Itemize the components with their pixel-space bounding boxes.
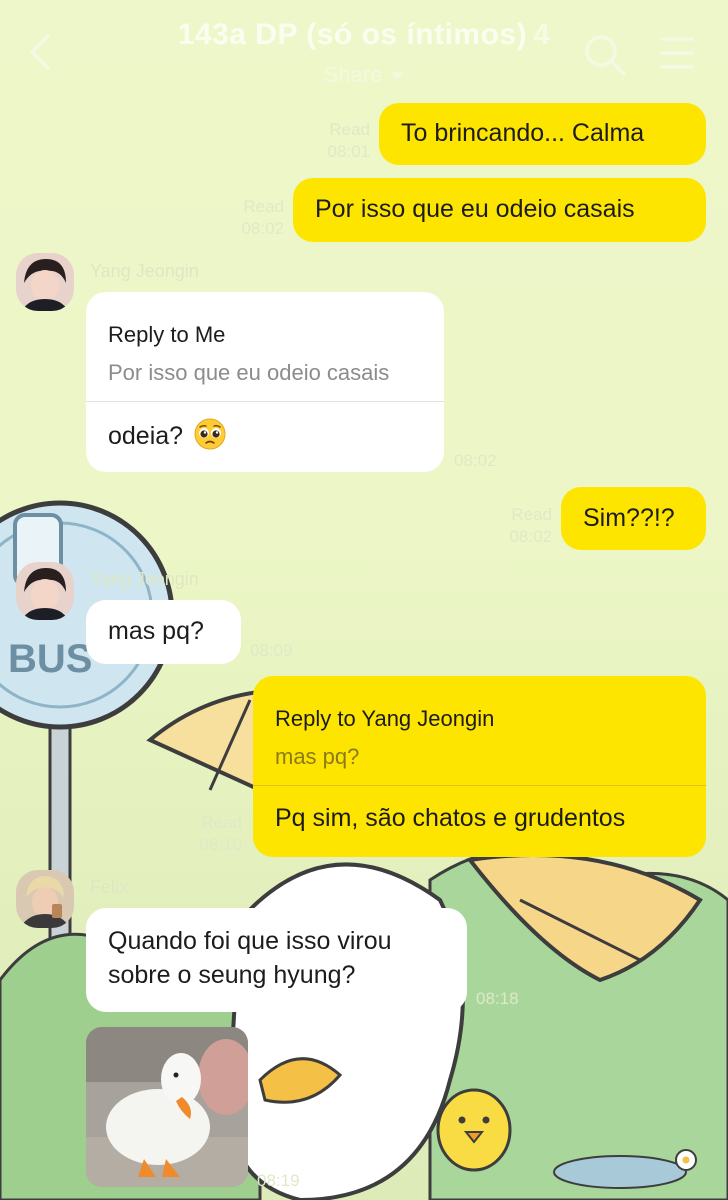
message-time: 08:09 — [250, 641, 293, 660]
profile-photo — [16, 870, 74, 928]
profile-photo — [16, 562, 74, 620]
outgoing-message[interactable]: Por isso que eu odeio casais — [293, 178, 706, 242]
share-label: Share — [323, 62, 383, 87]
read-receipt: Read — [243, 197, 284, 216]
duck-photo — [86, 1027, 248, 1187]
reply-to-label: Reply to Me — [108, 322, 226, 347]
outgoing-message[interactable]: Sim??!? — [561, 487, 706, 550]
message-text: odeia? — [108, 422, 184, 451]
member-count: 4 — [533, 18, 551, 51]
avatar[interactable] — [16, 870, 74, 928]
chat-header: 143a DP (só os íntimos) 4 Share — [0, 0, 728, 100]
message-time: 08:18 — [476, 989, 519, 1008]
message-body: odeia? — [86, 402, 444, 454]
message-status: Read 08:10 — [170, 812, 242, 856]
sender-name: Felix — [90, 877, 129, 897]
read-receipt: Read — [329, 120, 370, 139]
caret-down-icon — [390, 72, 405, 81]
search-button[interactable] — [582, 32, 628, 78]
quoted-text: Por isso que eu odeio casais — [108, 359, 390, 385]
photo-message[interactable] — [86, 1027, 248, 1187]
avatar[interactable] — [16, 253, 74, 311]
reply-preview[interactable]: Reply to Yang Jeongin mas pq? — [253, 676, 706, 771]
message-body: Pq sim, são chatos e grudentos — [253, 786, 706, 836]
incoming-reply-message[interactable]: Reply to Me Por isso que eu odeio casais… — [86, 292, 444, 472]
message-text: Sim??!? — [583, 503, 675, 532]
reply-preview[interactable]: Reply to Me Por isso que eu odeio casais — [86, 292, 444, 387]
message-text-line: Quando foi que isso virou — [108, 927, 392, 955]
svg-text:BUS: BUS — [8, 637, 92, 681]
message-text: To brincando... Calma — [401, 119, 645, 148]
incoming-message[interactable]: mas pq? — [86, 600, 241, 664]
sender-name: Yang Jeongin — [90, 261, 199, 281]
message-time: 08:01 — [327, 142, 370, 162]
message-text: mas pq? — [108, 617, 204, 646]
chat-room-name: 143a DP (só os íntimos) — [177, 18, 528, 51]
message-status: Read 08:02 — [480, 504, 552, 548]
quoted-text: mas pq? — [275, 743, 360, 769]
search-icon — [585, 35, 626, 76]
outgoing-message[interactable]: To brincando... Calma — [379, 103, 706, 165]
menu-button[interactable] — [660, 34, 694, 72]
avatar[interactable] — [16, 562, 74, 620]
read-receipt: Read — [511, 505, 552, 524]
message-text-line: sobre o seung hyung? — [108, 960, 356, 989]
incoming-message[interactable]: Quando foi que isso virou sobre o seung … — [86, 908, 467, 1012]
message-text: Pq sim, são chatos e grudentos — [275, 804, 626, 833]
read-receipt: Read — [201, 813, 242, 832]
message-time: 08:10 — [199, 835, 242, 855]
pleading-face-emoji-icon — [194, 418, 226, 450]
outgoing-reply-message[interactable]: Reply to Yang Jeongin mas pq? Pq sim, sã… — [253, 676, 706, 857]
chat-screen: BUS 143a DP (só os íntimos) 4 Share Read… — [0, 0, 728, 1200]
sender-name: Yang Jeongin — [90, 569, 199, 589]
hamburger-menu-icon — [660, 37, 694, 69]
message-text: Por isso que eu odeio casais — [315, 195, 635, 224]
profile-photo — [16, 253, 74, 311]
message-status: Read 08:02 — [210, 196, 284, 240]
message-time: 08:02 — [454, 451, 497, 470]
message-time: 08:19 — [257, 1171, 300, 1190]
message-time: 08:02 — [241, 219, 284, 239]
message-status: Read 08:01 — [300, 119, 370, 163]
reply-to-label: Reply to Yang Jeongin — [275, 706, 495, 731]
message-time: 08:02 — [509, 527, 552, 547]
